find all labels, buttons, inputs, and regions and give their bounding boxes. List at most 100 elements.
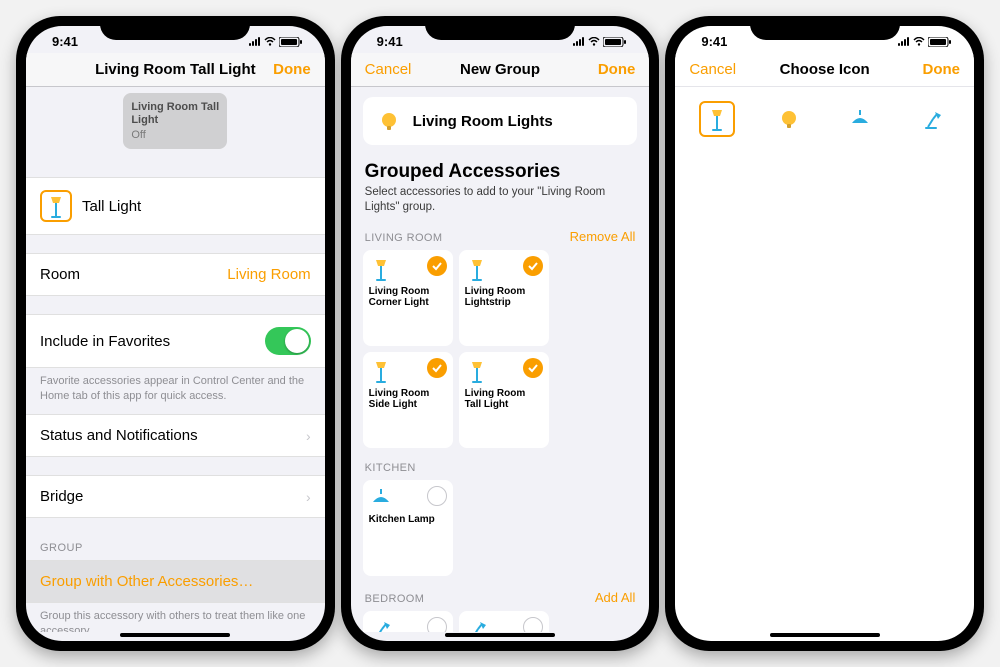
favorites-row: Include in Favorites bbox=[26, 314, 325, 368]
wifi-icon bbox=[913, 37, 925, 46]
accessory-tile[interactable]: Bedroom bbox=[363, 611, 453, 632]
nav-title: Living Room Tall Light bbox=[90, 61, 261, 78]
bridge-row[interactable]: Bridge › bbox=[26, 475, 325, 518]
tile-name: Kitchen Lamp bbox=[369, 514, 447, 526]
check-icon bbox=[523, 358, 543, 378]
wifi-icon bbox=[264, 37, 276, 46]
accessory-icon-thumb[interactable] bbox=[40, 190, 72, 222]
nav-title: New Group bbox=[415, 61, 586, 78]
accessory-tile[interactable]: Living Room Corner Light bbox=[363, 250, 453, 346]
icon-option-ceiling-lamp[interactable] bbox=[842, 101, 878, 137]
accessory-name-label: Tall Light bbox=[82, 198, 141, 215]
tile-name: Living Room Corner Light bbox=[369, 286, 447, 309]
room-row[interactable]: Room Living Room bbox=[26, 253, 325, 296]
screen-choose-icon: 9:41 Cancel Choose Icon Done bbox=[675, 26, 974, 641]
content: Living Room Lights Grouped Accessories S… bbox=[351, 87, 650, 632]
section-living-room: LIVING ROOM Remove All bbox=[351, 223, 650, 250]
remove-all-button[interactable]: Remove All bbox=[570, 229, 636, 244]
accessory-tile[interactable]: Living Room Tall Light bbox=[459, 352, 549, 448]
grouped-accessories-subtext: Select accessories to add to your "Livin… bbox=[351, 185, 650, 223]
ceiling-lamp-icon bbox=[848, 107, 872, 131]
notch bbox=[750, 16, 900, 40]
accessory-tile[interactable]: Living Room Side Light bbox=[363, 352, 453, 448]
check-icon bbox=[523, 256, 543, 276]
accessory-tile[interactable]: Kitchen Lamp bbox=[363, 480, 453, 576]
room-label: Room bbox=[40, 266, 80, 283]
group-link-label: Group with Other Accessories… bbox=[40, 573, 253, 590]
accessory-preview-tile[interactable]: Living Room Tall Light Off bbox=[123, 93, 227, 149]
done-button[interactable]: Done bbox=[585, 61, 635, 78]
wifi-icon bbox=[588, 37, 600, 46]
bridge-label: Bridge bbox=[40, 488, 83, 505]
favorites-toggle[interactable] bbox=[265, 327, 311, 355]
group-with-others-row[interactable]: Group with Other Accessories… bbox=[26, 560, 325, 603]
tile-name: Living Room Tall Light bbox=[465, 388, 543, 411]
preview-state: Off bbox=[131, 129, 219, 141]
group-name-card[interactable]: Living Room Lights bbox=[363, 97, 638, 145]
navbar: Living Room Tall Light Done bbox=[26, 53, 325, 87]
done-button[interactable]: Done bbox=[261, 61, 311, 78]
home-indicator[interactable] bbox=[120, 633, 230, 637]
icon-option-bulb[interactable] bbox=[771, 101, 807, 137]
status-time: 9:41 bbox=[52, 34, 78, 49]
floor-lamp-icon bbox=[369, 358, 393, 384]
status-time: 9:41 bbox=[377, 34, 403, 49]
phone-frame-3: 9:41 Cancel Choose Icon Done bbox=[665, 16, 984, 651]
ceiling-lamp-icon bbox=[369, 486, 393, 510]
bulb-icon bbox=[377, 109, 401, 133]
status-notifications-row[interactable]: Status and Notifications › bbox=[26, 414, 325, 457]
bedroom-grid: Bedroom Bedroom bbox=[351, 611, 650, 632]
status-time: 9:41 bbox=[701, 34, 727, 49]
signal-icon bbox=[573, 37, 585, 46]
icon-option-desk-lamp[interactable] bbox=[914, 101, 950, 137]
section-header-living-room: LIVING ROOM bbox=[365, 232, 443, 244]
floor-lamp-icon bbox=[465, 256, 489, 282]
cancel-button[interactable]: Cancel bbox=[365, 61, 415, 78]
floor-lamp-icon bbox=[465, 358, 489, 384]
tile-name: Living Room Lightstrip bbox=[465, 286, 543, 309]
home-indicator[interactable] bbox=[770, 633, 880, 637]
name-row[interactable]: Tall Light bbox=[26, 177, 325, 235]
cancel-button[interactable]: Cancel bbox=[689, 61, 739, 78]
section-header-kitchen: KITCHEN bbox=[365, 462, 416, 474]
screen-accessory-settings: 9:41 Living Room Tall Light Done Living … bbox=[26, 26, 325, 641]
desk-lamp-icon bbox=[369, 617, 393, 632]
content bbox=[675, 87, 974, 632]
phone-frame-1: 9:41 Living Room Tall Light Done Living … bbox=[16, 16, 335, 651]
check-icon bbox=[427, 256, 447, 276]
grouped-accessories-heading: Grouped Accessories bbox=[351, 155, 650, 185]
status-notifications-label: Status and Notifications bbox=[40, 427, 198, 444]
unchecked-icon bbox=[523, 617, 543, 632]
icon-options-row bbox=[675, 87, 974, 151]
screen-new-group: 9:41 Cancel New Group Done Living Room L… bbox=[351, 26, 650, 641]
floor-lamp-icon bbox=[705, 106, 729, 132]
kitchen-grid: Kitchen Lamp bbox=[351, 480, 650, 584]
room-value: Living Room bbox=[227, 266, 310, 283]
done-button[interactable]: Done bbox=[910, 61, 960, 78]
battery-icon bbox=[279, 37, 303, 47]
section-header-bedroom: BEDROOM bbox=[365, 593, 425, 605]
notch bbox=[425, 16, 575, 40]
favorites-note: Favorite accessories appear in Control C… bbox=[26, 368, 325, 414]
accessory-tile[interactable]: Bedroom bbox=[459, 611, 549, 632]
home-indicator[interactable] bbox=[445, 633, 555, 637]
group-note: Group this accessory with others to trea… bbox=[26, 603, 325, 632]
unchecked-icon bbox=[427, 486, 447, 506]
group-name-label: Living Room Lights bbox=[413, 113, 553, 130]
favorites-label: Include in Favorites bbox=[40, 333, 170, 350]
add-all-button[interactable]: Add All bbox=[595, 590, 635, 605]
icon-option-floor-lamp[interactable] bbox=[699, 101, 735, 137]
floor-lamp-icon bbox=[369, 256, 393, 282]
accessory-tile[interactable]: Living Room Lightstrip bbox=[459, 250, 549, 346]
battery-icon bbox=[928, 37, 952, 47]
phone-frame-2: 9:41 Cancel New Group Done Living Room L… bbox=[341, 16, 660, 651]
navbar: Cancel Choose Icon Done bbox=[675, 53, 974, 87]
notch bbox=[100, 16, 250, 40]
check-icon bbox=[427, 358, 447, 378]
chevron-right-icon: › bbox=[306, 428, 311, 444]
signal-icon bbox=[898, 37, 910, 46]
desk-lamp-icon bbox=[465, 617, 489, 632]
navbar: Cancel New Group Done bbox=[351, 53, 650, 87]
unchecked-icon bbox=[427, 617, 447, 632]
section-kitchen: KITCHEN bbox=[351, 456, 650, 480]
